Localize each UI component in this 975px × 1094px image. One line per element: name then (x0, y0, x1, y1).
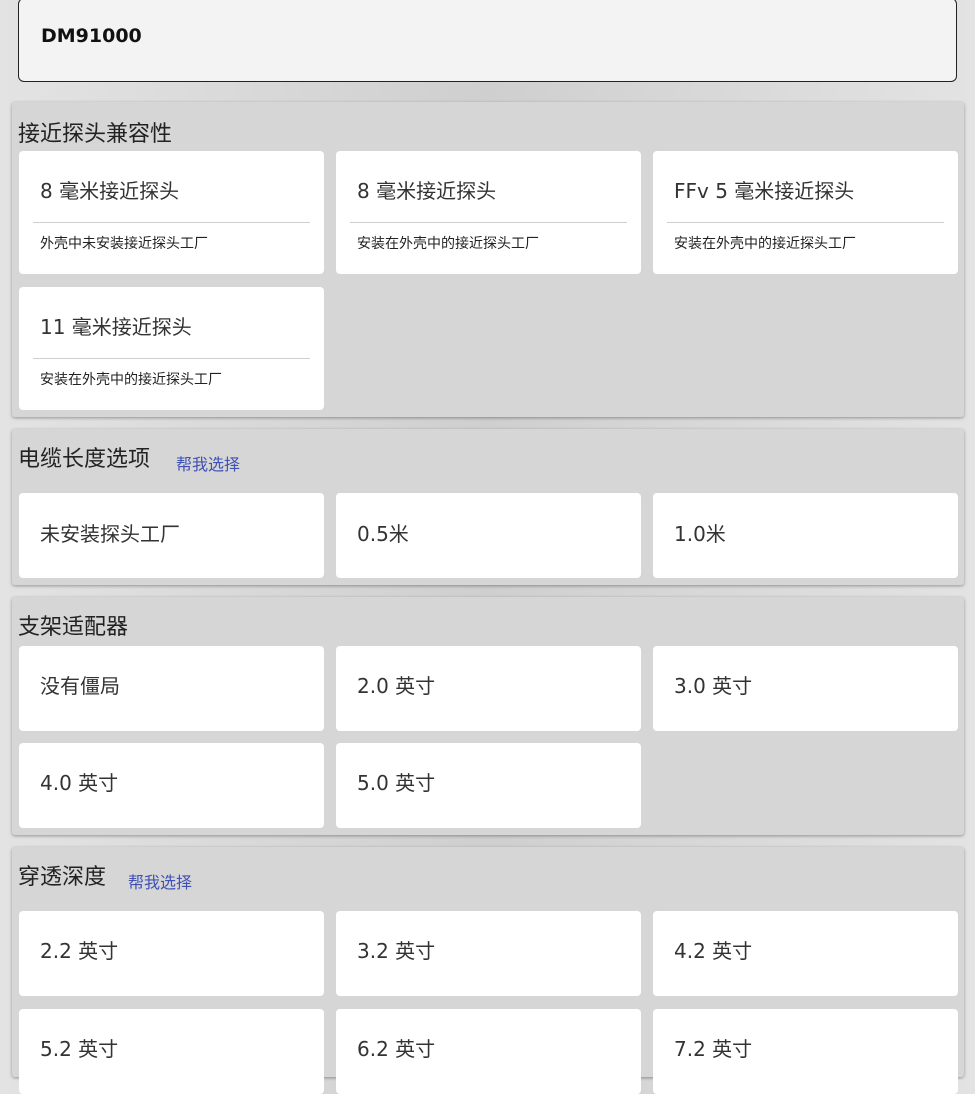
help-me-choose-link[interactable]: 帮我选择 (128, 869, 192, 893)
option-sublabel: 安装在外壳中的接近探头工厂 (357, 236, 539, 252)
option-depth-4-2in[interactable]: 4.2 英寸 (653, 911, 958, 996)
option-divider (33, 222, 310, 223)
option-bracket-4-0in[interactable]: 4.0 英寸 (19, 743, 324, 828)
option-label: 5.2 英寸 (40, 1037, 119, 1061)
probe-compatibility-section: 接近探头兼容性 8 毫米接近探头 外壳中未安装接近探头工厂 8 毫米接近探头 安… (12, 102, 964, 417)
option-divider (667, 222, 944, 223)
option-depth-2-2in[interactable]: 2.2 英寸 (19, 911, 324, 996)
product-card: DM91000 (18, 0, 957, 82)
option-label: 3.2 英寸 (357, 939, 436, 963)
option-probe-ffv5mm-installed[interactable]: FFv 5 毫米接近探头 安装在外壳中的接近探头工厂 (653, 151, 958, 274)
option-label: 11 毫米接近探头 (40, 315, 192, 339)
option-label: 5.0 英寸 (357, 771, 436, 795)
option-label: 7.2 英寸 (674, 1037, 753, 1061)
option-cable-1-0m[interactable]: 1.0米 (653, 493, 958, 578)
section-title-probe: 接近探头兼容性 (18, 122, 173, 147)
option-bracket-3-0in[interactable]: 3.0 英寸 (653, 646, 958, 731)
bracket-adapter-section: 支架适配器 没有僵局 2.0 英寸 3.0 英寸 4.0 英寸 5.0 英寸 (12, 597, 964, 835)
cable-length-section: 电缆长度选项 帮我选择 未安装探头工厂 0.5米 1.0米 (12, 429, 964, 585)
option-label: 4.0 英寸 (40, 771, 119, 795)
option-cable-none[interactable]: 未安装探头工厂 (19, 493, 324, 578)
option-probe-8mm-installed[interactable]: 8 毫米接近探头 安装在外壳中的接近探头工厂 (336, 151, 641, 274)
section-title-bracket: 支架适配器 (18, 615, 129, 640)
option-label: 8 毫米接近探头 (40, 179, 180, 203)
option-depth-6-2in[interactable]: 6.2 英寸 (336, 1009, 641, 1094)
option-divider (33, 358, 310, 359)
option-bracket-5-0in[interactable]: 5.0 英寸 (336, 743, 641, 828)
option-divider (350, 222, 627, 223)
option-probe-11mm-installed[interactable]: 11 毫米接近探头 安装在外壳中的接近探头工厂 (19, 287, 324, 410)
help-me-choose-link[interactable]: 帮我选择 (176, 451, 240, 475)
option-label: 4.2 英寸 (674, 939, 753, 963)
option-label: 8 毫米接近探头 (357, 179, 497, 203)
option-label: 3.0 英寸 (674, 674, 753, 698)
option-label: FFv 5 毫米接近探头 (674, 179, 855, 203)
option-probe-8mm-not-installed[interactable]: 8 毫米接近探头 外壳中未安装接近探头工厂 (19, 151, 324, 274)
option-label: 6.2 英寸 (357, 1037, 436, 1061)
option-depth-3-2in[interactable]: 3.2 英寸 (336, 911, 641, 996)
option-bracket-none[interactable]: 没有僵局 (19, 646, 324, 731)
option-depth-7-2in[interactable]: 7.2 英寸 (653, 1009, 958, 1094)
option-bracket-2-0in[interactable]: 2.0 英寸 (336, 646, 641, 731)
option-label: 0.5米 (357, 522, 409, 546)
option-cable-0-5m[interactable]: 0.5米 (336, 493, 641, 578)
option-label: 1.0米 (674, 522, 726, 546)
option-label: 2.0 英寸 (357, 674, 436, 698)
option-label: 没有僵局 (40, 674, 120, 698)
option-depth-5-2in[interactable]: 5.2 英寸 (19, 1009, 324, 1094)
option-sublabel: 外壳中未安装接近探头工厂 (40, 236, 208, 252)
model-number: DM91000 (41, 25, 142, 47)
option-sublabel: 安装在外壳中的接近探头工厂 (674, 236, 856, 252)
section-title-cable: 电缆长度选项 (18, 447, 151, 472)
option-label: 未安装探头工厂 (40, 522, 180, 546)
option-sublabel: 安装在外壳中的接近探头工厂 (40, 372, 222, 388)
option-label: 2.2 英寸 (40, 939, 119, 963)
section-title-depth: 穿透深度 (18, 865, 107, 890)
penetration-depth-section: 穿透深度 帮我选择 2.2 英寸 3.2 英寸 4.2 英寸 5.2 英寸 6.… (12, 847, 964, 1094)
